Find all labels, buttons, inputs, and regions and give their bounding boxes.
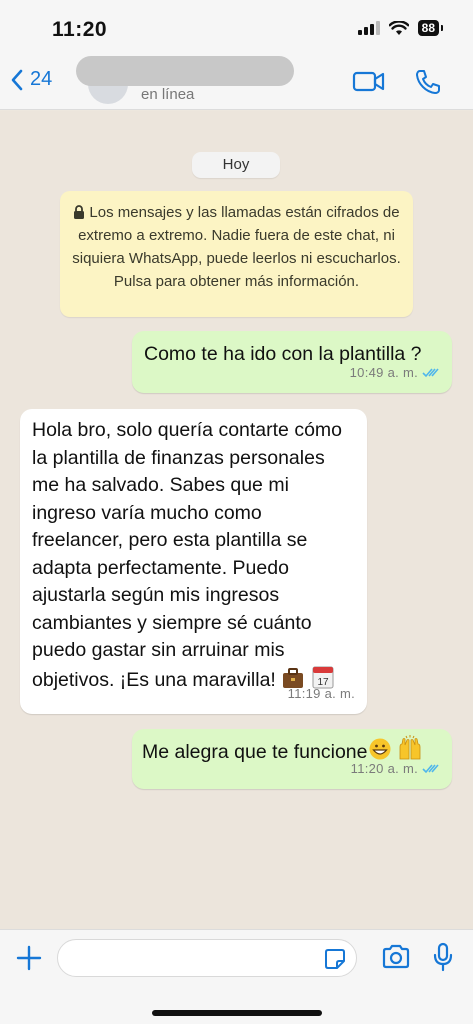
status-bar: 11:20 88 [0,0,473,56]
message-time: 11:19 a. m. [287,685,355,701]
battery-indicator: 88 [417,20,444,36]
phone-icon[interactable] [414,68,442,96]
message-meta: 11:19 a. m. [288,680,355,708]
unread-count: 24 [30,68,53,90]
message-text: Hola bro, solo quería contarte cómo la p… [32,419,343,691]
back-button[interactable]: 24 [10,68,52,91]
message-time: 11:20 a. m. [350,760,418,776]
wifi-icon [388,20,409,35]
chat-area[interactable]: Hoy Los mensajes y las llamadas están ci… [0,111,473,929]
camera-icon[interactable] [381,944,411,970]
message-meta: 10:49 a. m. [350,359,440,387]
contact-status: en línea [141,86,195,103]
video-call-icon[interactable] [352,68,386,96]
home-indicator [152,1010,322,1016]
input-bar [0,929,473,1024]
chat-header: 24 en línea [0,56,473,110]
message-bubble-outgoing[interactable]: Como te ha ido con la plantilla ? 10:49 … [132,331,452,393]
date-chip: Hoy [192,152,280,178]
message-meta: 11:20 a. m. [351,755,440,783]
sticker-icon[interactable] [324,948,346,970]
message-time: 10:49 a. m. [349,364,418,380]
status-time: 11:20 [52,18,108,41]
read-ticks-icon [422,368,439,377]
message-input[interactable] [57,939,357,977]
signal-icon [357,21,380,35]
message-bubble-outgoing[interactable]: Me alegra que te funcione 11:20 a. m. [132,729,452,789]
encryption-notice[interactable]: Los mensajes y las llamadas están cifrad… [60,191,413,317]
read-ticks-icon [422,764,439,773]
plus-icon[interactable] [15,944,43,972]
chevron-left-icon [11,69,23,90]
message-bubble-incoming[interactable]: Hola bro, solo quería contarte cómo la p… [20,409,367,714]
lock-icon [74,205,85,219]
message-text: Me alegra que te funcione [142,741,368,763]
contact-name-redacted[interactable] [76,56,294,86]
microphone-icon[interactable] [433,942,453,972]
status-icons: 88 [357,20,444,36]
encryption-notice-text: Los mensajes y las llamadas están cifrad… [72,204,401,290]
